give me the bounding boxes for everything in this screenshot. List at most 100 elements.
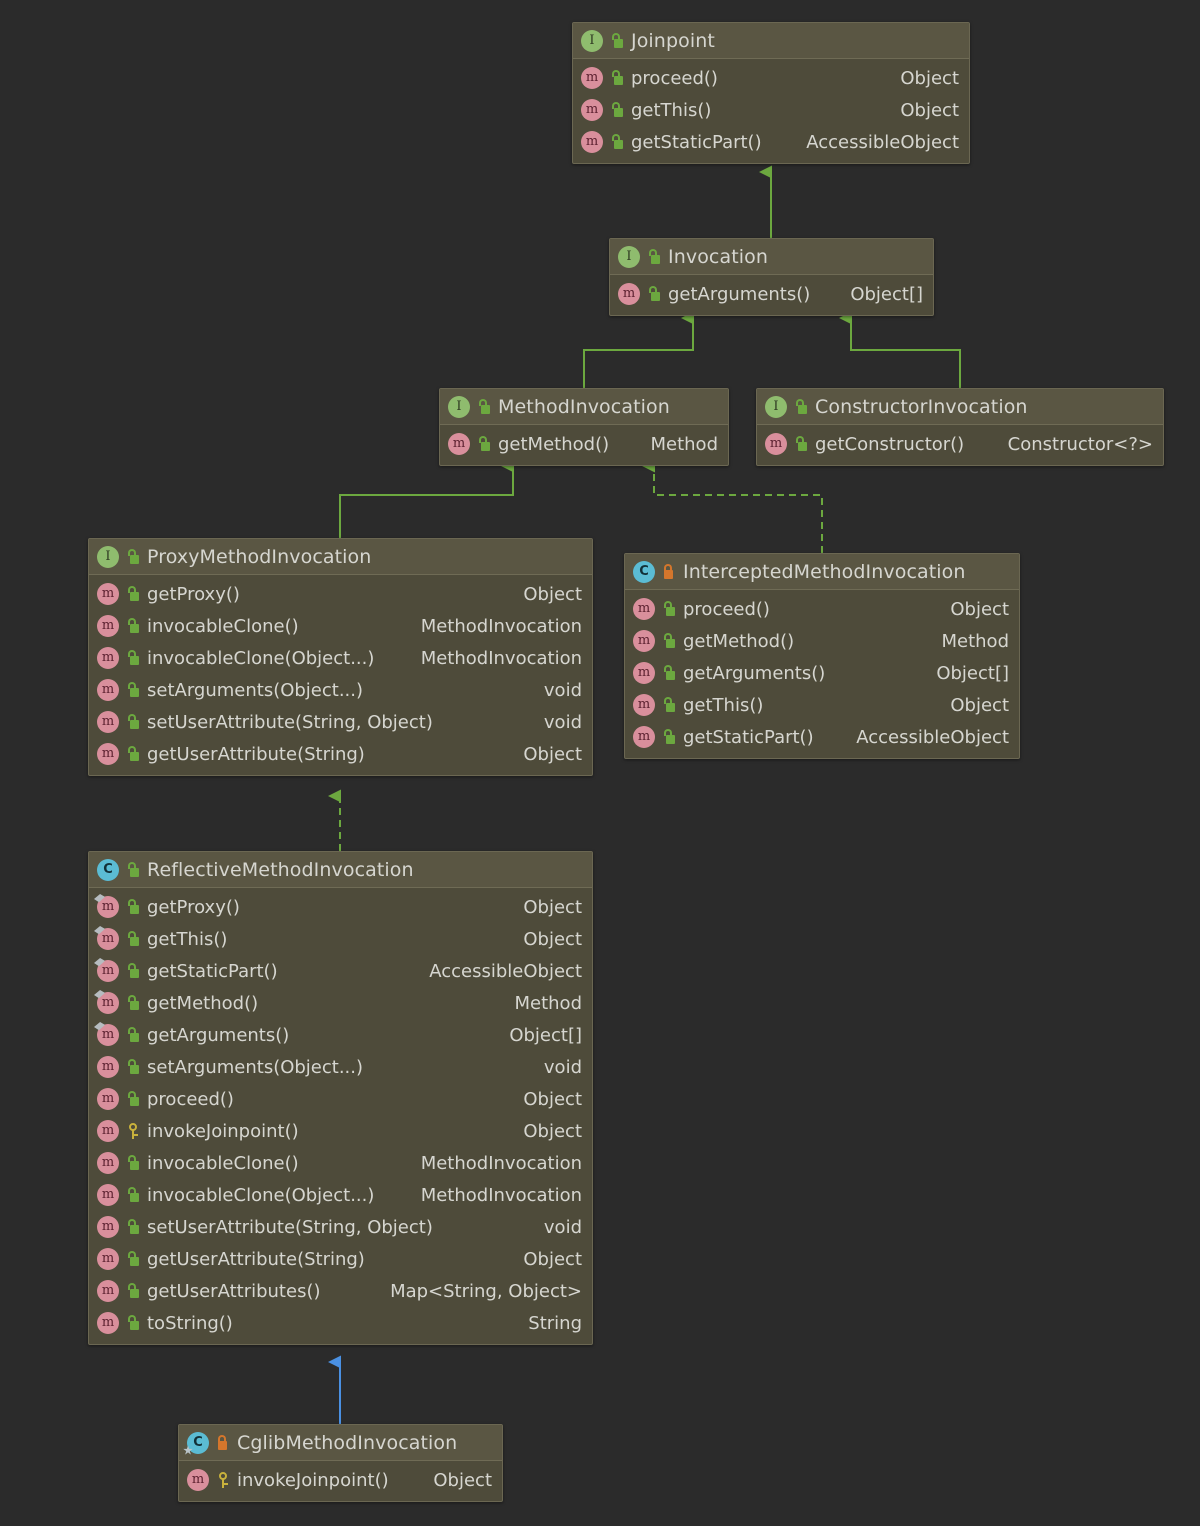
lock-green-icon <box>661 696 677 714</box>
member-row[interactable]: m getMethod() Method <box>89 987 592 1019</box>
key-icon <box>215 1471 231 1489</box>
member-return-type: Object <box>900 67 959 89</box>
member-signature: invocableClone(Object...) <box>147 1184 375 1206</box>
member-row[interactable]: m getProxy() Object <box>89 578 592 610</box>
class-icon: C <box>187 1431 209 1454</box>
member-signature: getArguments() <box>683 662 826 684</box>
method-icon: m <box>581 99 603 121</box>
member-return-type: Object <box>523 896 582 918</box>
member-row[interactable]: m getUserAttribute(String) Object <box>89 1243 592 1275</box>
class-icon: C <box>633 560 655 583</box>
class-box-header[interactable]: C ReflectiveMethodInvocation <box>89 852 592 888</box>
member-row[interactable]: m getUserAttribute(String) Object <box>89 738 592 770</box>
member-signature: getUserAttribute(String) <box>147 743 365 765</box>
member-return-type: Object <box>523 928 582 950</box>
member-row[interactable]: m getConstructor() Constructor<?> <box>757 428 1163 460</box>
lock-green-icon <box>661 600 677 618</box>
member-row[interactable]: m getArguments() Object[] <box>610 278 933 310</box>
member-row[interactable]: m setUserAttribute(String, Object) void <box>89 706 592 738</box>
member-row[interactable]: m proceed() Object <box>89 1083 592 1115</box>
member-row[interactable]: m invokeJoinpoint() Object <box>179 1464 502 1496</box>
class-box-header[interactable]: I ConstructorInvocation <box>757 389 1163 425</box>
member-row[interactable]: m getArguments() Object[] <box>89 1019 592 1051</box>
member-row[interactable]: m getMethod() Method <box>440 428 728 460</box>
method-icon: m <box>633 694 655 716</box>
class-box-cglib-method-invocation[interactable]: C CglibMethodInvocation m invokeJoinpoint()… <box>178 1424 503 1502</box>
class-box-header[interactable]: I Joinpoint <box>573 23 969 59</box>
lock-orange-icon <box>661 563 677 581</box>
member-return-type: Object <box>523 1088 582 1110</box>
class-box-intercepted-method-invocation[interactable]: C InterceptedMethodInvocation m proceed() Ob… <box>624 553 1020 759</box>
lock-green-icon <box>646 285 662 303</box>
member-row[interactable]: m invocableClone() MethodInvocation <box>89 1147 592 1179</box>
method-icon: m <box>97 1248 119 1270</box>
member-signature: getStaticPart() <box>147 960 278 982</box>
member-row[interactable]: m invocableClone() MethodInvocation <box>89 610 592 642</box>
method-icon: m <box>97 743 119 765</box>
interface-icon: I <box>97 545 119 568</box>
member-return-type: Object[] <box>850 283 923 305</box>
method-icon: m <box>97 1312 119 1334</box>
class-box-constructor-invocation[interactable]: I ConstructorInvocation m getConstructor() C… <box>756 388 1164 466</box>
edge-proxymethodinvocation-to-methodinvocation <box>339 459 514 538</box>
member-row[interactable]: m getProxy() Object <box>89 891 592 923</box>
member-row[interactable]: m setArguments(Object...) void <box>89 674 592 706</box>
lock-green-icon <box>125 1154 141 1172</box>
method-icon: m <box>97 1120 119 1142</box>
member-row[interactable]: m getStaticPart() AccessibleObject <box>89 955 592 987</box>
member-row[interactable]: m toString() String <box>89 1307 592 1339</box>
class-icon: C <box>97 858 119 881</box>
member-row[interactable]: m invokeJoinpoint() Object <box>89 1115 592 1147</box>
lock-green-icon <box>125 548 141 566</box>
class-box-proxy-method-invocation[interactable]: I ProxyMethodInvocation m getProxy() Object m… <box>88 538 593 776</box>
member-row[interactable]: m invocableClone(Object...) MethodInvocati… <box>89 642 592 674</box>
lock-green-icon <box>125 713 141 731</box>
class-box-header[interactable]: I ProxyMethodInvocation <box>89 539 592 575</box>
member-row[interactable]: m getUserAttributes() Map<String, Object> <box>89 1275 592 1307</box>
member-row[interactable]: m invocableClone(Object...) MethodInvocati… <box>89 1179 592 1211</box>
class-box-header[interactable]: I MethodInvocation <box>440 389 728 425</box>
class-name: ConstructorInvocation <box>815 395 1028 418</box>
member-row[interactable]: m setUserAttribute(String, Object) void <box>89 1211 592 1243</box>
member-return-type: void <box>543 1056 582 1078</box>
lock-green-icon <box>125 1058 141 1076</box>
class-box-method-invocation[interactable]: I MethodInvocation m getMethod() Method <box>439 388 729 466</box>
member-row[interactable]: m getStaticPart() AccessibleObject <box>573 126 969 158</box>
lock-green-icon <box>125 1250 141 1268</box>
class-box-reflective-method-invocation[interactable]: C ReflectiveMethodInvocation m getProxy() Ob… <box>88 851 593 1345</box>
member-row[interactable]: m getStaticPart() AccessibleObject <box>625 721 1019 753</box>
method-overridden-icon: m <box>97 896 119 918</box>
lock-green-icon <box>125 1090 141 1108</box>
edge-interceptedmethodinvocation-to-methodinvocation <box>642 459 823 553</box>
class-box-header[interactable]: I Invocation <box>610 239 933 275</box>
member-row[interactable]: m getMethod() Method <box>625 625 1019 657</box>
member-signature: proceed() <box>631 67 718 89</box>
class-members: m getProxy() Object m invocableClone() Method… <box>89 575 592 775</box>
member-row[interactable]: m proceed() Object <box>573 62 969 94</box>
member-signature: invocableClone(Object...) <box>147 647 375 669</box>
member-signature: getUserAttributes() <box>147 1280 321 1302</box>
method-overridden-icon: m <box>97 960 119 982</box>
member-row[interactable]: m getThis() Object <box>573 94 969 126</box>
key-icon <box>125 1122 141 1140</box>
member-signature: setUserAttribute(String, Object) <box>147 711 433 733</box>
method-overridden-icon: m <box>97 992 119 1014</box>
member-row[interactable]: m setArguments(Object...) void <box>89 1051 592 1083</box>
member-return-type: Object <box>900 99 959 121</box>
member-return-type: Object <box>523 743 582 765</box>
member-row[interactable]: m getThis() Object <box>89 923 592 955</box>
member-row[interactable]: m getThis() Object <box>625 689 1019 721</box>
class-box-header[interactable]: C InterceptedMethodInvocation <box>625 554 1019 590</box>
class-box-invocation[interactable]: I Invocation m getArguments() Object[] <box>609 238 934 316</box>
class-box-header[interactable]: C CglibMethodInvocation <box>179 1425 502 1461</box>
member-return-type: Constructor<?> <box>1007 433 1153 455</box>
member-signature: setArguments(Object...) <box>147 679 364 701</box>
method-icon: m <box>97 679 119 701</box>
member-row[interactable]: m getArguments() Object[] <box>625 657 1019 689</box>
member-row[interactable]: m proceed() Object <box>625 593 1019 625</box>
method-icon: m <box>633 630 655 652</box>
class-box-joinpoint[interactable]: I Joinpoint m proceed() Object m getThis() Obje… <box>572 22 970 164</box>
lock-green-icon <box>125 649 141 667</box>
interface-icon: I <box>581 29 603 52</box>
member-signature: getThis() <box>631 99 712 121</box>
